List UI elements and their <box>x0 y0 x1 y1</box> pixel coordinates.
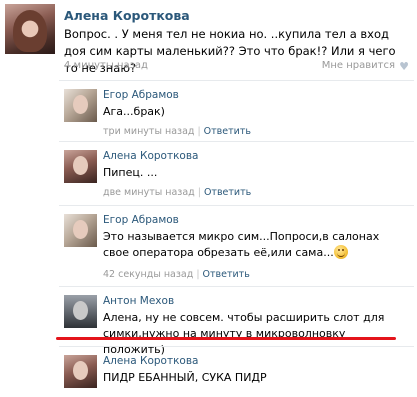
comment-meta: 42 секунды назад | Ответить <box>103 269 250 280</box>
comment-item: Алена Короткова ПИДР ЕБАННЫЙ, СУКА ПИДР <box>59 346 414 397</box>
commenter-avatar[interactable] <box>64 295 97 328</box>
comment-author-link[interactable]: Егор Абрамов <box>103 89 179 101</box>
comment-text: Это называется микро сим...Попроси,в сал… <box>103 229 403 261</box>
comment-item: Егор Абрамов Это называется микро сим...… <box>59 205 414 286</box>
comment-timestamp[interactable]: три минуты назад <box>103 126 194 137</box>
comment-meta: три минуты назад | Ответить <box>103 126 251 137</box>
comment-item: Алена Короткова Пипец. ... две минуты на… <box>59 141 414 203</box>
reply-button[interactable]: Ответить <box>204 187 251 198</box>
comment-timestamp[interactable]: две минуты назад <box>103 187 195 198</box>
meta-separator: | <box>197 126 201 137</box>
comment-author-link[interactable]: Алена Короткова <box>103 150 198 162</box>
post-author-link[interactable]: Алена Короткова <box>64 8 190 23</box>
comment-text: Ага...брак) <box>103 105 165 118</box>
meta-separator: | <box>196 269 200 280</box>
comment-item: Егор Абрамов Ага...брак) три минуты наза… <box>59 80 414 141</box>
reply-button[interactable]: Ответить <box>203 269 250 280</box>
like-button[interactable]: Мне нравится <box>322 60 395 71</box>
commenter-avatar[interactable] <box>64 355 97 388</box>
commenter-avatar[interactable] <box>64 89 97 122</box>
post-timestamp[interactable]: 4 минуты назад <box>64 60 148 71</box>
smiley-icon <box>333 245 348 259</box>
comment-timestamp[interactable]: 42 секунды назад <box>103 269 193 280</box>
comment-text: Пипец. ... <box>103 166 158 179</box>
comment-author-link[interactable]: Алена Короткова <box>103 355 198 367</box>
reply-button[interactable]: Ответить <box>204 126 251 137</box>
comment-meta: две минуты назад | Ответить <box>103 187 251 198</box>
comment-author-link[interactable]: Егор Абрамов <box>103 214 179 226</box>
commenter-avatar[interactable] <box>64 150 97 183</box>
red-highlight-underline <box>56 337 396 340</box>
heart-icon[interactable]: ♥ <box>399 60 409 73</box>
commenter-avatar[interactable] <box>64 214 97 247</box>
meta-separator: | <box>197 187 201 198</box>
comment-author-link[interactable]: Антон Мехов <box>103 295 174 307</box>
comment-text: ПИДР ЕБАННЫЙ, СУКА ПИДР <box>103 371 267 384</box>
author-avatar[interactable] <box>5 4 55 54</box>
